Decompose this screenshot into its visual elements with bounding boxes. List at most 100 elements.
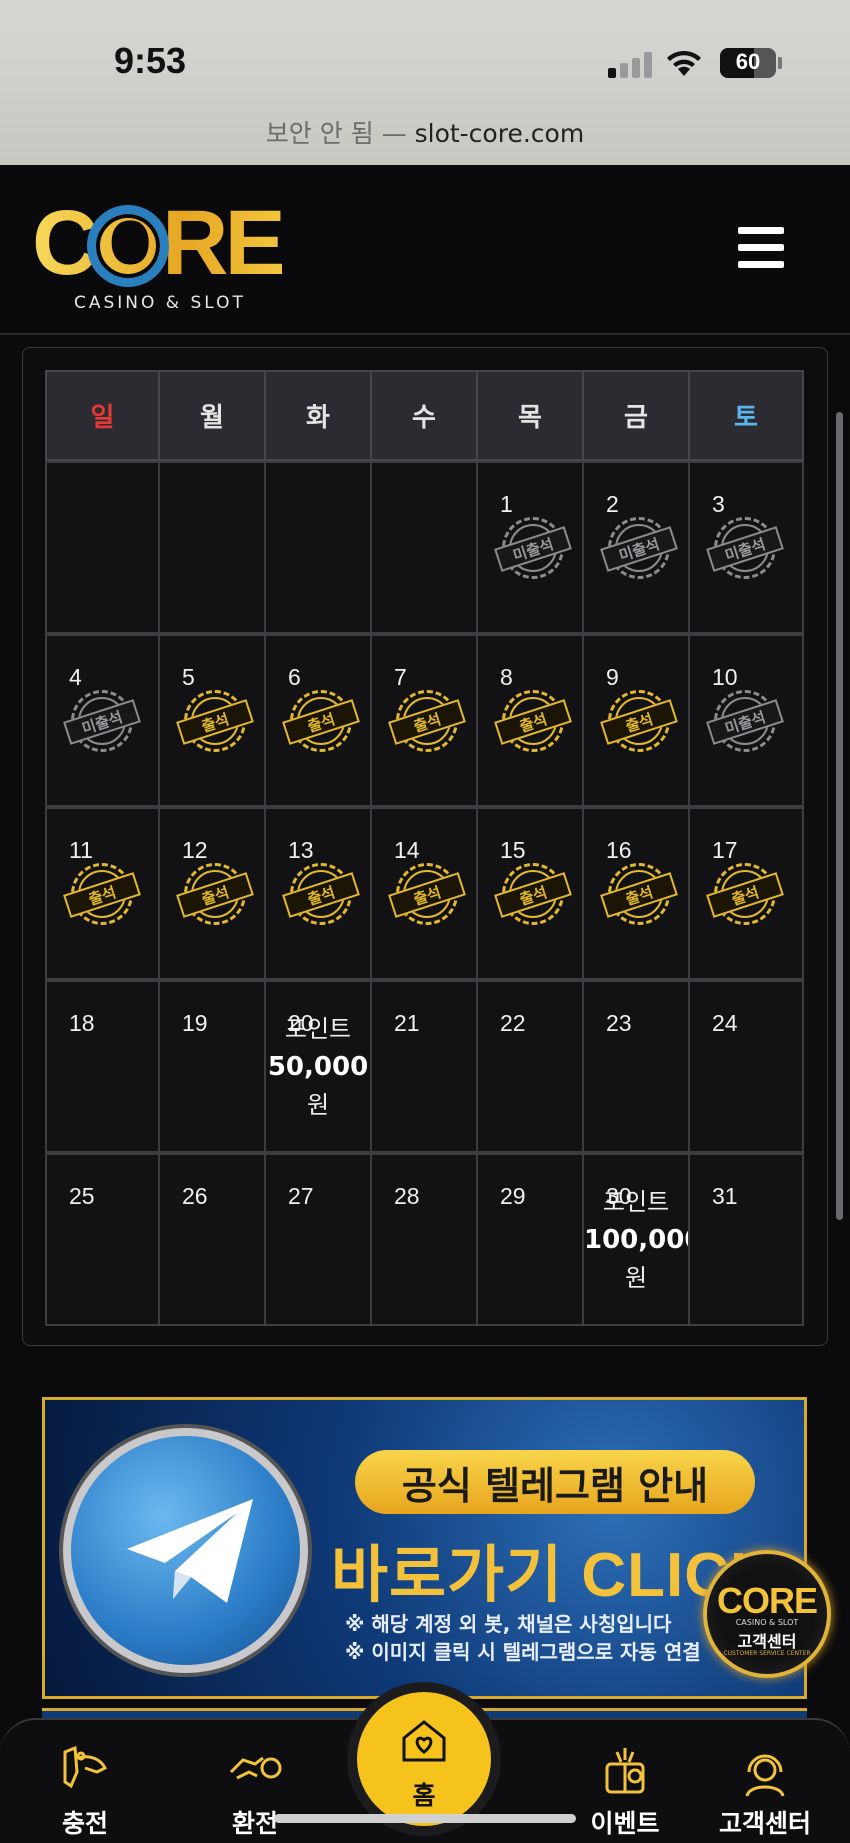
absent-stamp-icon: 미출석 [494, 517, 572, 579]
nav-deposit[interactable]: 충전 [20, 1742, 150, 1842]
calendar-day-cell [158, 461, 266, 634]
nav-withdraw[interactable]: 환전 [190, 1742, 320, 1842]
day-number: 24 [712, 1010, 738, 1036]
reward-text: 포인트 100,000 원 [584, 1183, 703, 1297]
absent-stamp-icon: 미출석 [63, 690, 141, 752]
banner-note: ※ 해당 계정 외 봇, 채널은 사칭입니다 [345, 1612, 672, 1636]
day-number: 1 [500, 491, 513, 517]
day-number: 3 [712, 491, 725, 517]
calendar-day-cell: 미출석 1 [476, 461, 584, 634]
day-number: 27 [288, 1183, 314, 1209]
calendar-day-cell: 출석 9 [582, 634, 690, 807]
calendar-day-cell: 출석 7 [370, 634, 478, 807]
attended-stamp-icon: 출석 [388, 690, 466, 752]
calendar-day-cell: 21 [370, 980, 478, 1153]
calendar-day-cell: 포인트 100,000 원 30 [582, 1153, 703, 1326]
withdraw-icon [229, 1756, 282, 1780]
nav-label: 고객센터 [718, 1809, 811, 1838]
telegram-banner[interactable]: 공식 텔레그램 안내 바로가기 CLICK ※ 해당 계정 외 봇, 채널은 사… [42, 1397, 807, 1699]
calendar-day-cell: 출석 11 [45, 807, 160, 980]
weekday-header: 수 [370, 370, 478, 461]
home-indicator [274, 1814, 576, 1823]
banner-title-pill: 공식 텔레그램 안내 [355, 1450, 755, 1514]
page-scrollbar[interactable] [836, 412, 843, 1220]
calendar-day-cell: 포인트 50,000 원 20 [264, 980, 372, 1153]
clock: 9:53 [114, 40, 187, 81]
day-number: 25 [69, 1183, 95, 1209]
absent-stamp-icon: 미출석 [706, 690, 784, 752]
day-number: 11 [69, 837, 93, 863]
calendar-day-cell: 미출석 2 [582, 461, 690, 634]
calendar-day-cell: 출석 17 [688, 807, 804, 980]
calendar-day-cell: 출석 6 [264, 634, 372, 807]
calendar-day-cell [264, 461, 372, 634]
nav-home[interactable]: 홈 [357, 1692, 491, 1826]
battery-level: 60 [735, 49, 761, 74]
telegram-logo-icon [63, 1428, 308, 1673]
calendar-day-cell: 26 [158, 1153, 266, 1326]
calendar-day-cell: 출석 12 [158, 807, 266, 980]
calendar-day-cell: 18 [45, 980, 160, 1153]
day-number: 21 [394, 1010, 420, 1036]
calendar-day-cell: 29 [476, 1153, 584, 1326]
calendar-day-cell [45, 461, 160, 634]
badge-english-text: CUSTOMER SERVICE CENTER [723, 1650, 811, 1657]
absent-stamp-icon: 미출석 [600, 517, 678, 579]
badge-small-text: CASINO & SLOT [735, 1618, 799, 1627]
day-number: 19 [182, 1010, 208, 1036]
attended-stamp-icon: 출석 [494, 690, 572, 752]
hamburger-menu-icon[interactable] [738, 227, 788, 269]
day-number: 22 [500, 1010, 526, 1036]
battery-tip [778, 57, 782, 69]
security-warning: 보안 안 됨 — [265, 119, 407, 148]
day-number: 31 [712, 1183, 738, 1209]
reward-label: 포인트 [284, 1015, 352, 1043]
calendar-day-cell: 출석 15 [476, 807, 584, 980]
site-header: CORE CASINO & SLOT [0, 165, 850, 335]
day-number: 2 [606, 491, 619, 517]
customer-service-badge[interactable]: CORE CASINO & SLOT 고객센터 CUSTOMER SERVICE… [703, 1550, 831, 1678]
calendar-day-cell: 27 [264, 1153, 372, 1326]
attended-stamp-icon: 출석 [282, 863, 360, 925]
reward-text: 포인트 50,000 원 [266, 1010, 370, 1124]
weekday-header: 화 [264, 370, 372, 461]
banner-note: ※ 이미지 클릭 시 텔레그램으로 자동 연결 [345, 1640, 701, 1664]
weekday-header: 월 [158, 370, 266, 461]
address-bar[interactable]: 보안 안 됨 — slot-core.com [0, 114, 850, 150]
calendar-day-cell: 출석 13 [264, 807, 372, 980]
day-number: 5 [182, 664, 195, 690]
day-number: 28 [394, 1183, 420, 1209]
day-number: 15 [500, 837, 526, 863]
day-number: 6 [288, 664, 301, 690]
nav-label: 이벤트 [590, 1809, 660, 1838]
day-number: 13 [288, 837, 314, 863]
calendar-day-cell: 미출석 10 [688, 634, 804, 807]
logo-tagline: CASINO & SLOT [74, 293, 246, 313]
attended-stamp-icon: 출석 [600, 863, 678, 925]
nav-support[interactable]: 고객센터 [700, 1742, 830, 1842]
core-logo[interactable]: CORE CASINO & SLOT [32, 192, 302, 313]
calendar-day-cell: 23 [582, 980, 690, 1153]
nav-event[interactable]: 이벤트 [560, 1742, 690, 1842]
day-number: 26 [182, 1183, 208, 1209]
attended-stamp-icon: 출석 [494, 863, 572, 925]
calendar-day-cell [370, 461, 478, 634]
reward-amount: 100,000 [584, 1225, 703, 1255]
attended-stamp-icon: 출석 [176, 690, 254, 752]
status-bar: 9:53 60 보안 안 됨 — slot-core.com [0, 0, 850, 165]
weekday-header: 금 [582, 370, 690, 461]
day-number: 16 [606, 837, 632, 863]
home-heart-icon [402, 1720, 446, 1762]
day-number: 10 [712, 664, 738, 690]
reward-unit: 원 [624, 1264, 648, 1292]
attended-stamp-icon: 출석 [388, 863, 466, 925]
calendar-day-cell: 출석 5 [158, 634, 266, 807]
nav-label: 충전 [61, 1809, 108, 1838]
reward-label: 포인트 [602, 1188, 670, 1216]
cellular-signal-icon [608, 52, 654, 78]
day-number: 9 [606, 664, 619, 690]
calendar-day-cell: 25 [45, 1153, 160, 1326]
attended-stamp-icon: 출석 [282, 690, 360, 752]
nav-label: 홈 [412, 1781, 436, 1810]
day-number: 29 [500, 1183, 526, 1209]
